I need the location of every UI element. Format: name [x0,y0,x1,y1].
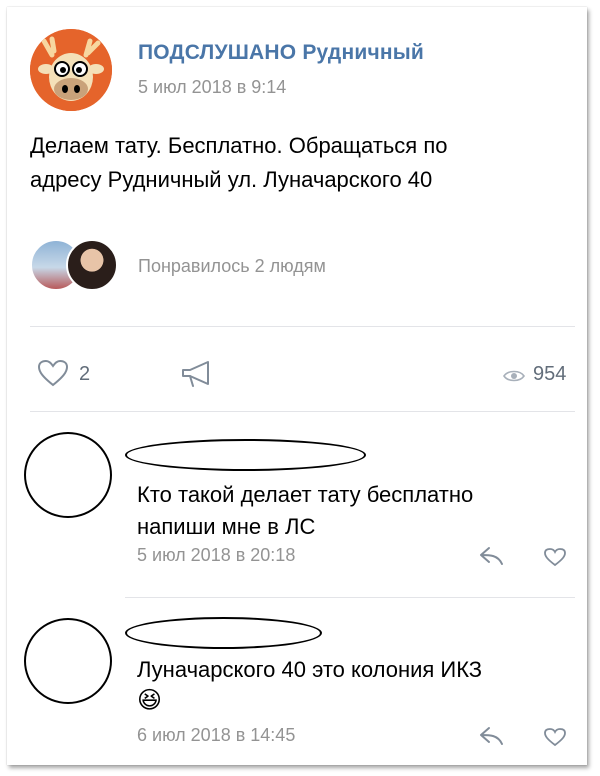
likes-summary[interactable]: Понравилось 2 людям [138,256,326,277]
comment-text: Кто такой делает тату бесплатно напиши м… [137,479,577,543]
laughing-emoji: 😆 [137,687,163,714]
post-text-line: адресу Рудничный ул. Луначарского 40 [30,167,433,192]
comment-text-line: Луначарского 40 это колония ИКЗ [137,657,483,682]
liker-avatar[interactable] [66,239,118,291]
group-avatar[interactable] [30,29,112,111]
views-count: 954 [533,363,567,385]
reply-arrow-icon[interactable] [478,545,506,567]
comment-avatar[interactable] [24,618,112,704]
comment-avatar[interactable] [24,432,112,518]
divider [30,411,575,412]
comment-date[interactable]: 5 июл 2018 в 20:18 [137,545,295,566]
post-text: Делаем тату. Бесплатно. Обращаться по ад… [30,129,570,197]
likers-avatars[interactable] [30,239,130,291]
group-name-link[interactable]: ПОДСЛУШАНО Рудничный [138,41,424,65]
post-date[interactable]: 5 июл 2018 в 9:14 [138,77,286,98]
comment-date[interactable]: 6 июл 2018 в 14:45 [137,725,295,746]
redacted-author-name [125,439,366,471]
comment-text: Луначарского 40 это колония ИКЗ 😆 [137,654,577,716]
views-eye-icon [503,369,525,383]
reply-arrow-icon[interactable] [478,725,506,747]
comment-like-heart-icon[interactable] [543,547,567,567]
comment-text-line: напиши мне в ЛС [137,514,316,539]
post-text-line: Делаем тату. Бесплатно. Обращаться по [30,133,448,158]
like-heart-icon[interactable] [37,359,69,387]
redacted-author-name [125,617,322,649]
like-count: 2 [79,363,91,385]
comment-like-heart-icon[interactable] [543,727,567,747]
post-card: ПОДСЛУШАНО Рудничный 5 июл 2018 в 9:14 Д… [7,7,587,765]
share-megaphone-icon[interactable] [180,359,214,389]
divider [30,326,575,327]
comment-text-line: Кто такой делает тату бесплатно [137,482,474,507]
divider [125,597,575,598]
